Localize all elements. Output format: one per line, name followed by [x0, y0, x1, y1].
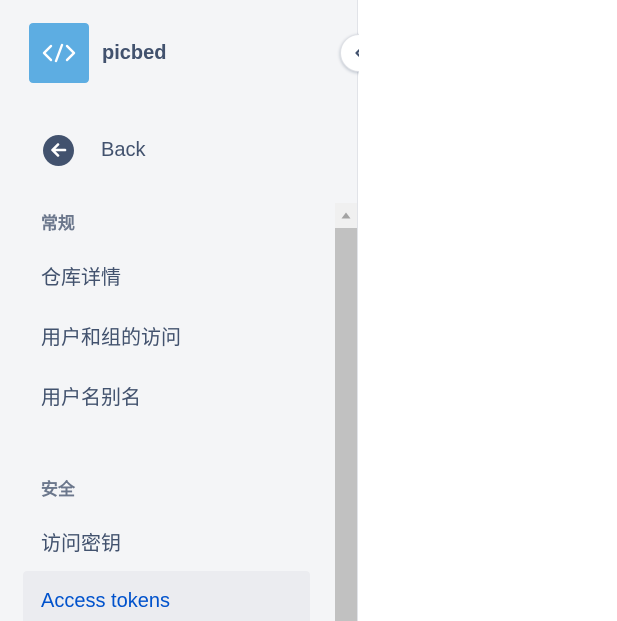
main-content [359, 0, 617, 621]
scroll-up-arrow-icon[interactable] [335, 203, 357, 228]
repo-settings-page: picbed Back 常规 仓库详情 用户和组的访问 用户名别名 安全 访问密… [0, 0, 617, 621]
code-brackets-icon [42, 43, 76, 63]
section-header-security: 安全 [41, 480, 75, 500]
nav-item-username-aliases[interactable]: 用户名别名 [23, 369, 310, 421]
repo-avatar[interactable] [29, 23, 89, 83]
scrollbar-thumb[interactable] [335, 228, 357, 621]
repo-header: picbed [29, 23, 166, 83]
back-arrow-icon [43, 134, 74, 166]
back-label: Back [101, 138, 146, 161]
nav-item-access-tokens[interactable]: Access tokens [23, 571, 310, 621]
nav-item-user-group-access[interactable]: 用户和组的访问 [23, 309, 310, 361]
section-header-general: 常规 [41, 214, 75, 234]
nav-item-repository-details[interactable]: 仓库详情 [23, 249, 310, 301]
sidebar-scrollbar[interactable] [335, 203, 357, 621]
back-link[interactable]: Back [43, 133, 145, 167]
nav-item-access-keys[interactable]: 访问密钥 [23, 515, 310, 567]
sidebar: picbed Back 常规 仓库详情 用户和组的访问 用户名别名 安全 访问密… [0, 0, 358, 621]
repo-name[interactable]: picbed [102, 42, 166, 65]
